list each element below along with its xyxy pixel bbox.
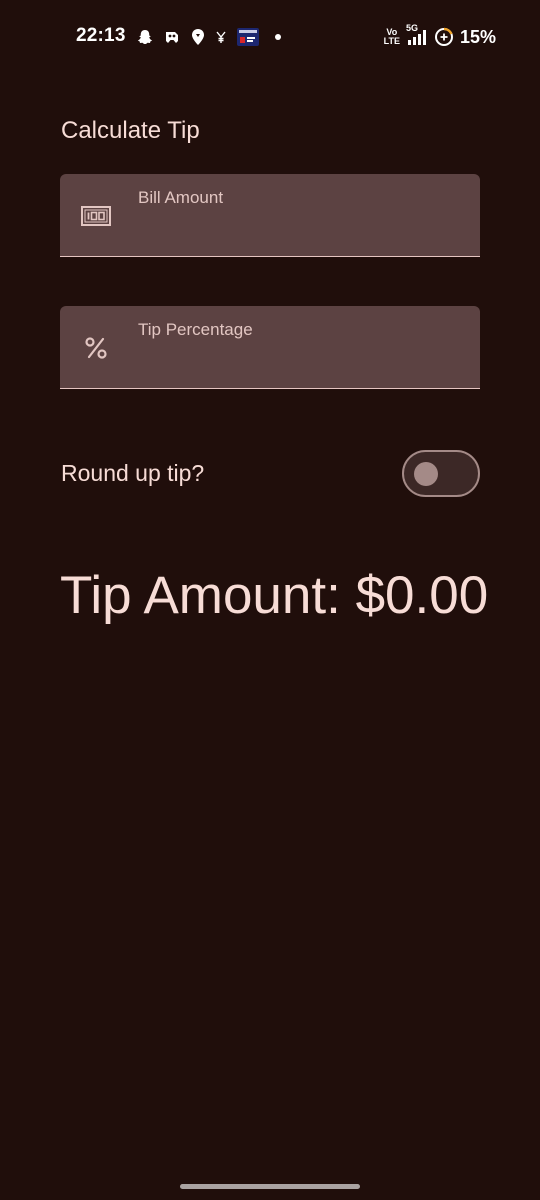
yen-notification-icon: [215, 30, 227, 44]
news-app-icon: [236, 27, 260, 47]
money-icon: [78, 200, 114, 232]
game-controller-icon: [163, 29, 181, 45]
bill-amount-input[interactable]: [138, 218, 458, 246]
tip-percentage-label: Tip Percentage: [138, 320, 253, 339]
bill-amount-field[interactable]: Bill Amount: [60, 174, 480, 257]
percent-icon: [78, 332, 114, 364]
battery-saver-icon: [434, 27, 454, 47]
snapchat-icon: [136, 28, 154, 46]
tip-amount-result: Tip Amount: $0.00: [60, 566, 489, 625]
signal-bars-icon: 5G: [406, 23, 428, 47]
tip-percentage-field[interactable]: Tip Percentage: [60, 306, 480, 389]
notification-icons: [136, 26, 281, 48]
status-time: 22:13: [76, 25, 126, 46]
switch-thumb: [414, 462, 438, 486]
location-pin-icon: [190, 28, 206, 46]
system-status-icons: Vo LTE 5G 15%: [384, 23, 496, 49]
page-title: Calculate Tip: [61, 117, 200, 144]
tip-percentage-input[interactable]: [138, 350, 458, 378]
bill-amount-label: Bill Amount: [138, 188, 224, 207]
round-up-label: Round up tip?: [61, 460, 205, 486]
notification-dot-icon: [275, 34, 281, 40]
network-type-label: 5G: [405, 23, 418, 33]
battery-percent: 15%: [459, 26, 496, 47]
home-indicator[interactable]: [180, 1184, 360, 1189]
volte-indicator: Vo LTE: [384, 28, 400, 46]
status-bar: 22:13 Vo LTE 5G 15%: [0, 0, 540, 74]
round-up-switch[interactable]: [402, 450, 480, 497]
volte-bottom-text: LTE: [383, 36, 400, 46]
